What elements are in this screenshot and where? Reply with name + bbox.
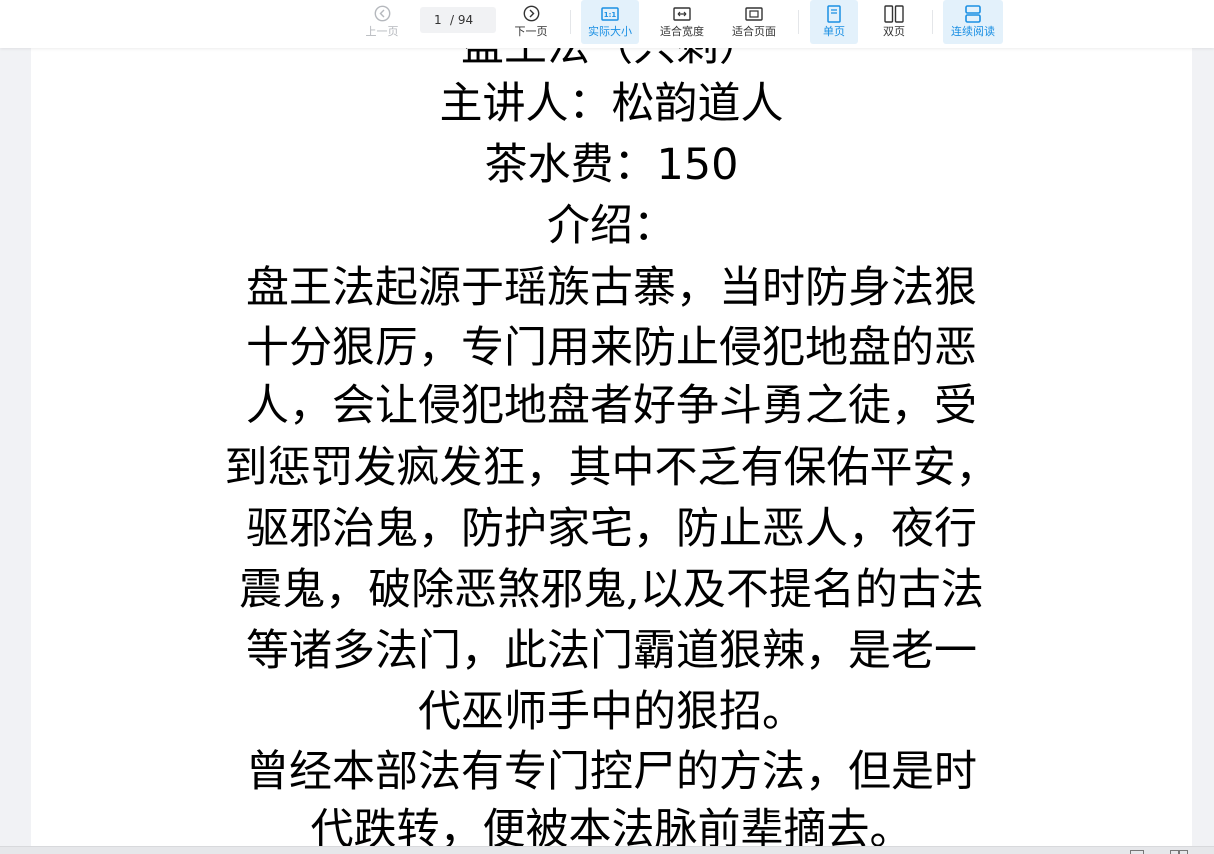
doc-paragraph-line: 代跌转，便被本法脉前辈摘去。 — [310, 805, 913, 846]
chevron-left-circle-icon — [372, 5, 392, 22]
continuous-reading-button[interactable]: 连续阅读 — [943, 0, 1003, 44]
svg-text:1:1: 1:1 — [604, 11, 617, 19]
double-page-icon — [884, 4, 904, 23]
doc-speaker-line: 主讲人：松韵道人 — [439, 79, 784, 129]
actual-size-label: 实际大小 — [588, 25, 632, 38]
doc-paragraph-line: 曾经本部法有专门控尸的方法，但是时 — [246, 747, 977, 797]
actual-size-icon: 1:1 — [600, 5, 620, 22]
toolbar-divider — [798, 10, 799, 34]
continuous-reading-label: 连续阅读 — [951, 25, 995, 38]
fit-width-label: 适合宽度 — [660, 25, 704, 38]
fit-width-button[interactable]: 适合宽度 — [654, 0, 710, 44]
fit-width-icon — [672, 5, 692, 22]
page-number-field[interactable]: 1 / 94 — [420, 7, 496, 33]
next-page-button[interactable]: 下一页 — [509, 0, 553, 44]
double-page-label: 双页 — [883, 25, 905, 38]
doc-paragraph-line: 人，会让侵犯地盘者好争斗勇之徒，受 — [246, 381, 977, 431]
doc-paragraph-line: 代巫师手中的狠招。 — [418, 687, 805, 737]
doc-intro-heading: 介绍： — [547, 201, 676, 251]
fit-page-button[interactable]: 适合页面 — [726, 0, 782, 44]
next-page-label: 下一页 — [514, 25, 548, 38]
reader-toolbar: 上一页 1 / 94 下一页 1:1 实际大小 适合宽度 适合页面 单页 双页 … — [0, 0, 1214, 48]
single-page-button[interactable]: 单页 — [810, 0, 858, 44]
toolbar-divider — [570, 10, 571, 34]
total-pages: / 94 — [450, 13, 474, 27]
doc-paragraph-line: 到惩罚发疯发狂，其中不乏有保佑平安， — [224, 443, 999, 493]
doc-paragraph-line: 十分狠厉，专门用来防止侵犯地盘的恶 — [246, 323, 977, 373]
doc-paragraph-line: 等诸多法门，此法门霸道狠辣，是老一 — [246, 626, 977, 676]
pdf-viewer: 盘王法（只剩） 主讲人：松韵道人 茶水费：150 介绍： 盘王法起源于瑶族古寨，… — [0, 0, 1214, 854]
status-bar — [0, 846, 1214, 854]
doc-paragraph-line: 震鬼，破除恶煞邪鬼,以及不提名的古法 — [239, 565, 984, 615]
prev-page-button[interactable]: 上一页 — [360, 0, 404, 44]
prev-page-label: 上一页 — [365, 25, 399, 38]
single-page-label: 单页 — [823, 25, 845, 38]
doc-paragraph-line: 驱邪治鬼，防护家宅，防止恶人，夜行 — [246, 504, 977, 554]
fit-page-label: 适合页面 — [732, 25, 776, 38]
chevron-right-circle-icon — [521, 5, 541, 22]
fit-view-icon[interactable] — [1130, 850, 1144, 854]
doc-paragraph-line: 盘王法起源于瑶族古寨，当时防身法狠 — [246, 263, 977, 313]
single-page-icon — [824, 4, 844, 23]
actual-size-button[interactable]: 1:1 实际大小 — [581, 0, 639, 44]
fit-page-icon — [744, 5, 764, 22]
page-view-icon[interactable] — [1170, 850, 1179, 854]
double-page-button[interactable]: 双页 — [870, 0, 918, 44]
page-view-icon[interactable] — [1179, 850, 1188, 854]
current-page-number: 1 — [434, 13, 442, 27]
toolbar-divider — [932, 10, 933, 34]
continuous-reading-icon — [963, 4, 983, 23]
document-page: 盘王法（只剩） 主讲人：松韵道人 茶水费：150 介绍： 盘王法起源于瑶族古寨，… — [31, 0, 1192, 846]
doc-fee-line: 茶水费：150 — [484, 140, 739, 190]
